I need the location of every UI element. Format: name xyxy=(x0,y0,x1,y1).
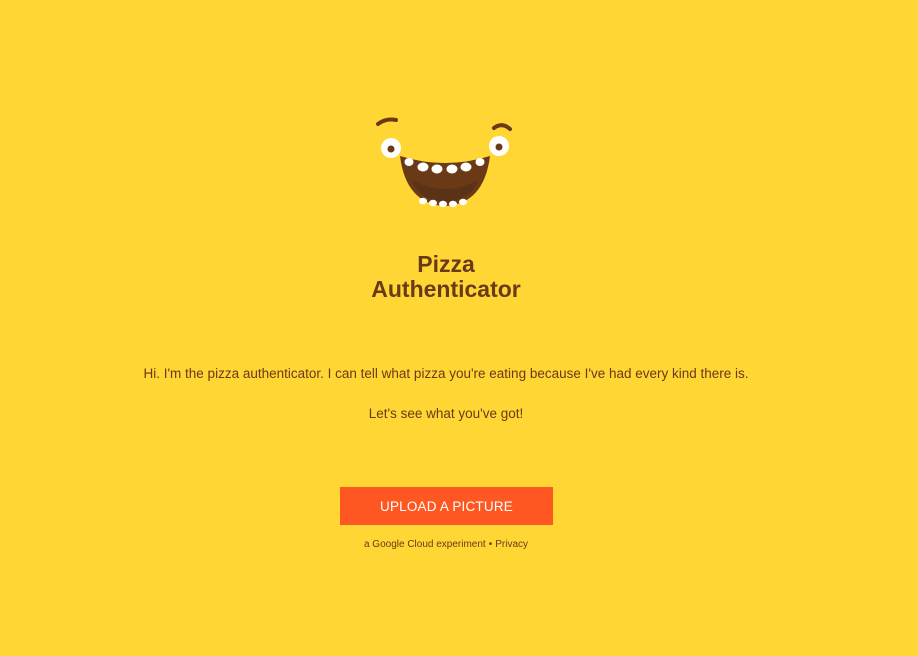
experiment-credit: a Google Cloud experiment xyxy=(363,539,486,550)
pizza-face-mascot-icon xyxy=(372,112,518,212)
title-line-1: Pizza xyxy=(417,251,475,277)
page-title: Pizza Authenticator xyxy=(0,252,892,302)
prompt-text: Let's see what you've got! xyxy=(368,406,524,421)
footer: a Google Cloud experiment • Privacy xyxy=(0,539,892,550)
left-eyebrow-icon xyxy=(376,117,398,126)
upload-picture-button[interactable]: UPLOAD A PICTURE xyxy=(340,487,553,525)
intro-text: Hi. I'm the pizza authenticator. I can t… xyxy=(143,366,749,381)
smiling-face-icon xyxy=(376,117,512,208)
right-eyebrow-icon xyxy=(492,123,512,131)
title-line-2: Authenticator xyxy=(371,276,521,302)
footer-separator: • xyxy=(488,539,493,550)
privacy-link[interactable]: Privacy xyxy=(495,539,528,550)
